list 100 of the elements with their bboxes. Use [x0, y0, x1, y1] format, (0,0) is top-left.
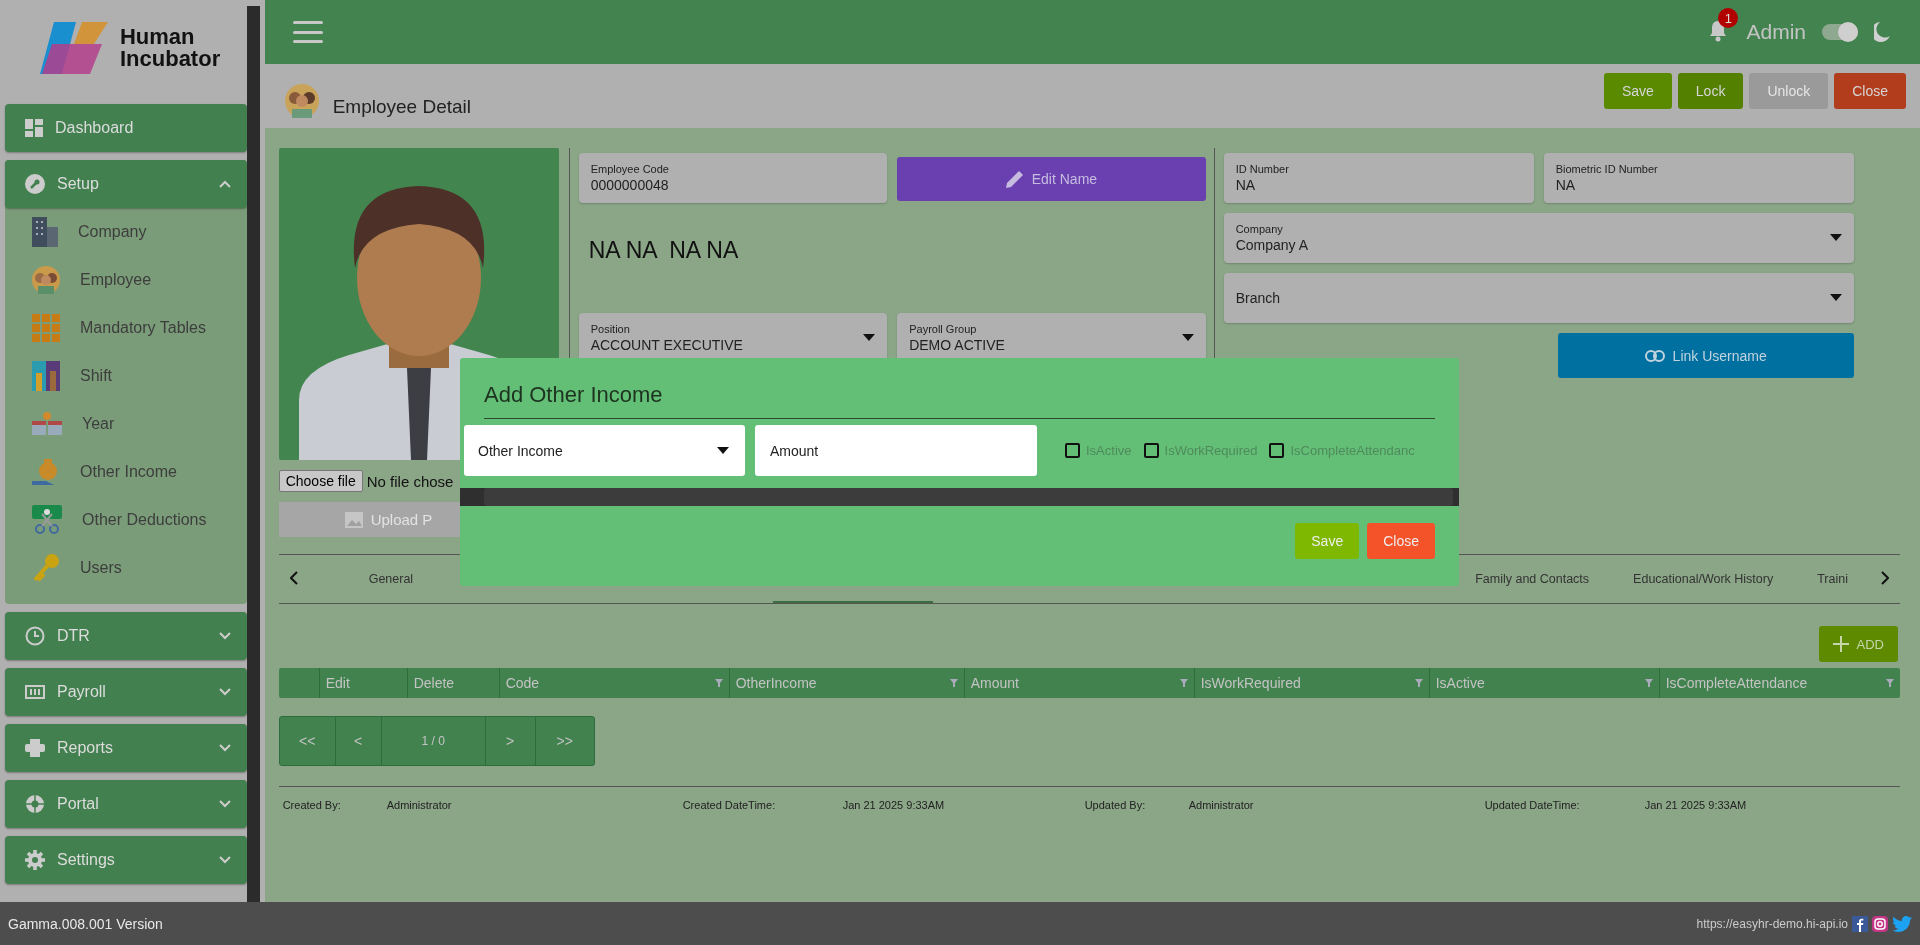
caret-icon — [1829, 234, 1842, 242]
choose-file-button[interactable]: Choose file — [278, 470, 363, 492]
filter-icon[interactable] — [1179, 679, 1188, 687]
company-select[interactable]: Company Company A — [1223, 213, 1854, 263]
wrench-icon — [25, 174, 45, 194]
edit-name-button[interactable]: Edit Name — [897, 157, 1206, 201]
dark-mode-toggle[interactable] — [1822, 24, 1858, 40]
people-icon — [32, 266, 60, 294]
nav-sub-item[interactable]: Company — [5, 208, 248, 256]
column-header[interactable]: IsCompleteAttendance — [1665, 675, 1808, 691]
instagram-icon[interactable] — [1872, 915, 1888, 932]
lock-button[interactable]: Lock — [1677, 73, 1744, 109]
caret-icon — [1829, 294, 1842, 302]
chevron-down-icon — [219, 856, 232, 864]
dialog-save-button[interactable]: Save — [1295, 523, 1360, 559]
nav-sub-item[interactable]: Shift — [5, 352, 248, 400]
column-header[interactable]: Code — [505, 675, 540, 691]
nav-sub-item[interactable]: Other Deductions — [5, 496, 248, 544]
user-name[interactable]: Admin — [1746, 20, 1806, 44]
nav-sub-item[interactable]: Year — [5, 400, 248, 448]
tab[interactable]: Traini — [1795, 555, 1870, 603]
plus-icon — [1832, 636, 1849, 652]
dashboard-icon — [25, 119, 43, 137]
nav-sub-item[interactable]: Mandatory Tables — [5, 304, 248, 352]
chevron-down-icon — [219, 632, 232, 640]
site-link[interactable]: https://easyhr-demo.hi-api.io — [1696, 916, 1848, 931]
first-page-button[interactable]: << — [279, 717, 336, 765]
save-button[interactable]: Save — [1603, 73, 1672, 109]
version-text: Gamma.008.001 Version — [8, 915, 163, 932]
chevron-right-icon — [1881, 570, 1889, 585]
filter-icon[interactable] — [1644, 679, 1653, 687]
file-status: No file chose — [366, 472, 454, 490]
nav-group-header[interactable]: Settings — [5, 836, 248, 884]
grid-icon — [32, 314, 60, 342]
close-button[interactable]: Close — [1834, 73, 1906, 109]
people-icon — [284, 84, 319, 118]
notification-badge: 1 — [1718, 8, 1739, 28]
chevron-down-icon — [219, 800, 232, 808]
nav-sub-item[interactable]: Employee — [5, 256, 248, 304]
dashboard-nav-item[interactable]: Dashboard — [5, 104, 248, 152]
audit-value: Administrator — [1188, 799, 1255, 811]
caret-icon — [717, 446, 729, 455]
employee-name: NA NA NA NA — [587, 236, 740, 265]
link-username-button[interactable]: Link Username — [1557, 333, 1854, 378]
key-icon — [32, 553, 60, 583]
nav-sub-item[interactable]: Users — [5, 544, 248, 592]
chevron-down-icon — [219, 688, 232, 696]
column-header[interactable]: IsWorkRequired — [1200, 675, 1301, 691]
other-income-select[interactable]: Other Income — [464, 425, 745, 476]
logo-text: Human Incubator — [119, 26, 221, 70]
column-header[interactable]: Delete — [413, 675, 455, 691]
pencil-icon — [1005, 170, 1024, 188]
dialog-close-button[interactable]: Close — [1367, 523, 1435, 559]
audit-label: Updated DateTime: — [1484, 799, 1581, 811]
scrollbar[interactable] — [247, 6, 260, 902]
moon-icon — [1874, 22, 1890, 42]
column-header[interactable]: Edit — [325, 675, 350, 691]
scissors-cash-icon — [32, 505, 62, 535]
link-icon — [1644, 349, 1665, 362]
facebook-icon[interactable] — [1852, 915, 1868, 932]
dialog-title: Add Other Income — [484, 382, 1435, 419]
amount-input[interactable]: Amount — [755, 425, 1037, 476]
checkbox[interactable] — [1065, 443, 1080, 458]
settings-icon — [25, 850, 45, 870]
nav-group-header[interactable]: Setup — [5, 160, 248, 208]
caret-icon — [863, 334, 876, 342]
checkbox[interactable] — [1269, 443, 1285, 458]
id-number-field[interactable]: ID Number NA — [1223, 153, 1534, 203]
nav-sub-item[interactable]: Other Income — [5, 448, 248, 496]
audit-value: Jan 21 2025 9:33AM — [842, 799, 946, 811]
biometric-id-field[interactable]: Biometric ID Number NA — [1543, 153, 1854, 203]
chevron-up-icon — [219, 180, 232, 188]
nav-group-header[interactable]: Portal — [5, 780, 248, 828]
column-header[interactable]: IsActive — [1435, 675, 1485, 691]
money-bag-icon — [32, 457, 60, 487]
chevron-left-icon — [289, 570, 298, 585]
page-title: Employee Detail — [332, 96, 471, 118]
image-icon — [344, 511, 363, 528]
nav-group-header[interactable]: Reports — [5, 724, 248, 772]
previous-page-button[interactable]: < — [335, 717, 382, 765]
checkbox[interactable] — [1143, 443, 1159, 458]
clock-icon — [25, 626, 45, 646]
audit-label: Updated By: — [1084, 799, 1147, 811]
nav-group-header[interactable]: Payroll — [5, 668, 248, 716]
next-page-button[interactable]: > — [485, 717, 536, 765]
nav-group-header[interactable]: DTR — [5, 612, 248, 660]
filter-icon[interactable] — [714, 679, 723, 687]
tab[interactable]: Educational/Work History — [1611, 555, 1796, 603]
add-button[interactable]: ADD — [1818, 626, 1898, 662]
filter-icon[interactable] — [1886, 679, 1894, 687]
last-page-button[interactable]: >> — [535, 717, 594, 765]
caret-icon — [1181, 334, 1194, 342]
tab[interactable]: General — [308, 555, 444, 603]
filter-icon[interactable] — [949, 679, 958, 687]
column-header[interactable]: Amount — [970, 675, 1019, 691]
column-header[interactable]: OtherIncome — [735, 675, 817, 691]
branch-select[interactable]: Branch — [1223, 273, 1854, 323]
employee-code-field[interactable]: Employee Code 0000000048 — [578, 153, 888, 203]
filter-icon[interactable] — [1414, 679, 1423, 687]
menu-icon[interactable] — [292, 21, 323, 43]
